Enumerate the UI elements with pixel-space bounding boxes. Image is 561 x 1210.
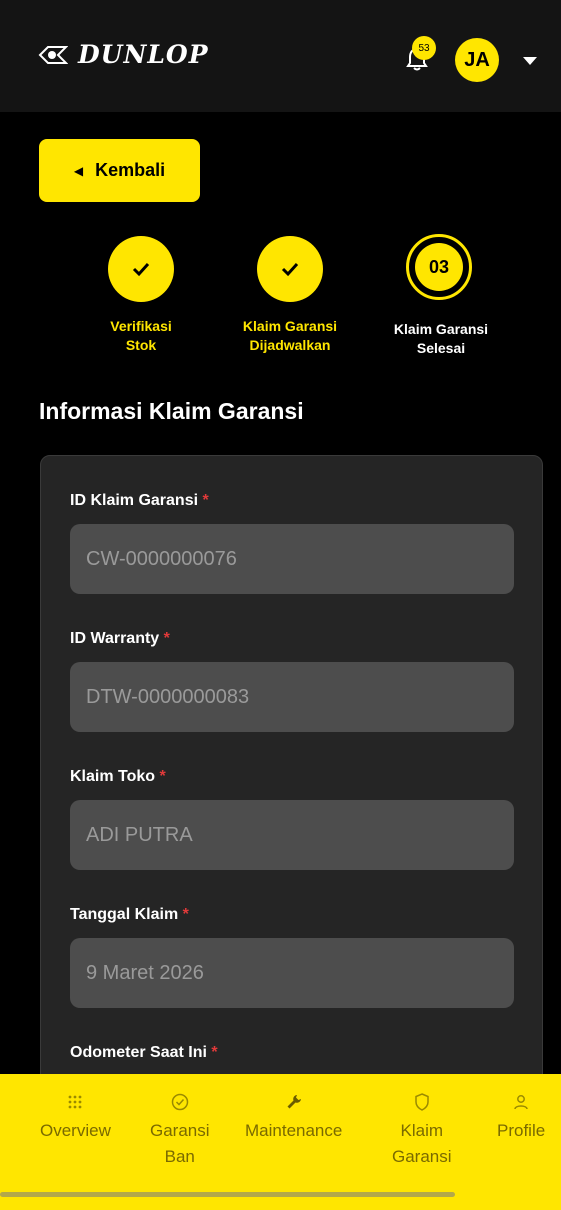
odometer-label-text: Odometer Saat Ini [70,1044,207,1061]
step-2-label-line2: Dijadwalkan [249,337,331,353]
brand-name: DUNLOP [78,40,209,69]
app-header: DUNLOP 53 JA [0,0,561,112]
claim-id-label-text: ID Klaim Garansi [70,492,199,509]
user-avatar[interactable]: JA [455,38,499,82]
required-mark: * [202,492,209,509]
nav-label: Klaim [400,1121,444,1140]
shield-icon [415,1093,429,1111]
back-button-label: Kembali [95,160,166,180]
step-3-circle: 03 [406,234,472,300]
badge-check-icon [171,1093,189,1111]
chevron-left-icon: ◀ [73,163,84,178]
nav-item-maintenance[interactable]: Maintenance [245,1092,342,1144]
step-2-label: Klaim Garansi Dijadwalkan [220,317,360,355]
check-icon [281,262,299,277]
nav-label: Maintenance [245,1121,343,1140]
claim-date-label-text: Tanggal Klaim [70,906,179,923]
nav-item-overview[interactable]: Overview [40,1092,111,1144]
required-mark: * [163,630,170,647]
required-mark: * [159,768,166,785]
check-icon [132,262,150,277]
nav-label: Profile [497,1121,546,1140]
warranty-id-label-text: ID Warranty [70,630,160,647]
chevron-down-icon[interactable] [523,57,537,65]
claim-id-label: ID Klaim Garansi * [70,492,209,510]
required-mark: * [211,1044,218,1061]
required-mark: * [182,906,189,923]
nav-label: Overview [40,1121,111,1140]
grid-icon [69,1095,82,1109]
step-3-number: 03 [415,243,463,291]
step-2-label-line1: Klaim Garansi [242,318,338,334]
claim-store-label-text: Klaim Toko [70,768,156,785]
warranty-id-label: ID Warranty * [70,630,170,648]
wrench-icon [287,1095,301,1109]
section-title: Informasi Klaim Garansi [39,398,304,424]
notification-badge: 53 [412,36,436,60]
step-1-label-line1: Verifikasi [110,318,172,334]
step-3-label-line2: Selesai [416,340,466,356]
dunlop-d-emblem-icon [38,45,68,64]
horizontal-scrollbar[interactable] [0,1192,455,1197]
step-1-label: Verifikasi Stok [71,317,211,355]
step-3-label-line1: Klaim Garansi [393,321,489,337]
user-icon [514,1095,528,1110]
nav-item-garansi-ban[interactable]: Garansi Ban [150,1092,210,1170]
claim-date-field[interactable]: 9 Maret 2026 [70,938,514,1008]
nav-label: Garansi [150,1121,210,1140]
nav-label-line2: Ban [164,1147,195,1166]
warranty-id-field[interactable]: DTW-0000000083 [70,662,514,732]
claim-store-label: Klaim Toko * [70,768,166,786]
step-2-circle [257,236,323,302]
step-1-label-line2: Stok [125,337,157,353]
odometer-label: Odometer Saat Ini * [70,1044,218,1062]
nav-item-profile[interactable]: Profile [497,1092,545,1144]
dunlop-logo[interactable]: DUNLOP [38,40,209,69]
claim-store-field[interactable]: ADI PUTRA [70,800,514,870]
nav-label-line2: Garansi [392,1147,452,1166]
claim-date-label: Tanggal Klaim * [70,906,189,924]
back-button[interactable]: ◀ Kembali [39,139,200,202]
nav-item-klaim-garansi[interactable]: Klaim Garansi [392,1092,452,1170]
step-1-circle [108,236,174,302]
claim-id-field[interactable]: CW-0000000076 [70,524,514,594]
bottom-navigation: Overview Garansi Ban Maintenance Klaim G… [0,1074,561,1210]
step-3-label: Klaim Garansi Selesai [371,320,511,358]
